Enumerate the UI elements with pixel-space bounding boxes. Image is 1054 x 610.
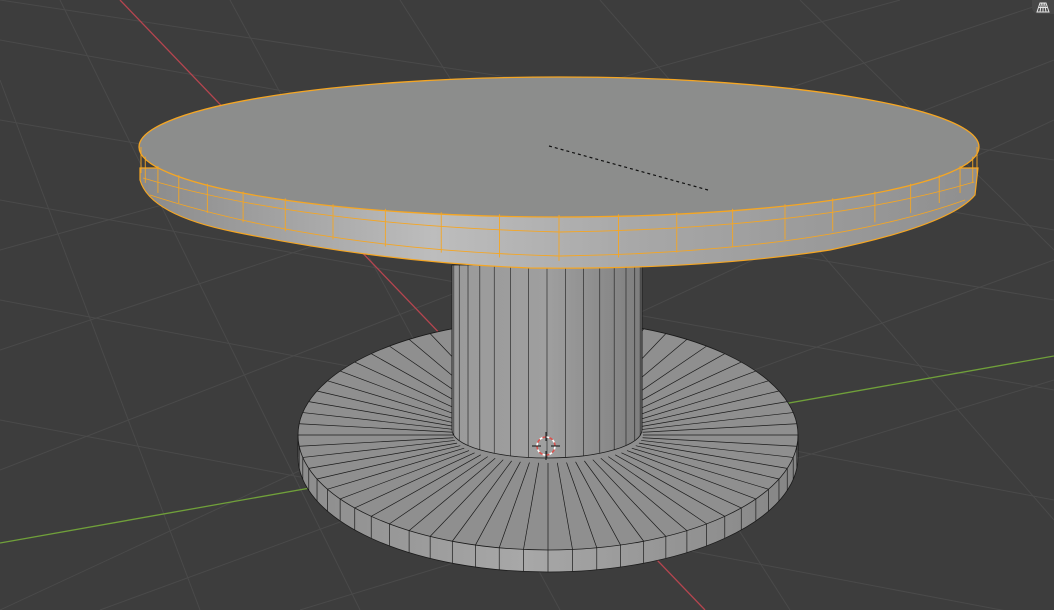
table-top-surface[interactable] (138, 76, 980, 218)
viewport-scene[interactable] (0, 0, 1054, 610)
perspective-toggle-button[interactable] (1032, 0, 1054, 14)
mesh-column[interactable] (451, 264, 643, 459)
grid-perspective-icon (1036, 2, 1050, 12)
mesh-table-top[interactable] (138, 76, 980, 269)
3d-viewport[interactable] (0, 0, 1054, 610)
